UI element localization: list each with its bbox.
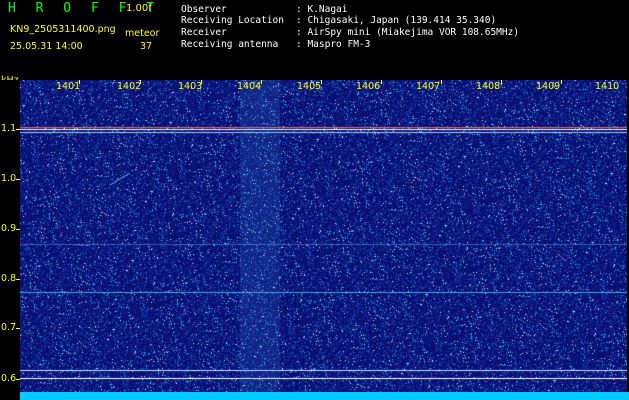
timestamp: 25.05.31 14:00 <box>10 41 83 52</box>
y-tick <box>16 328 20 329</box>
meteor-count: 37 <box>140 41 153 52</box>
y-tick-label: 0.9 <box>1 223 17 234</box>
x-tick-label: 1401 <box>56 81 81 92</box>
x-tick <box>201 80 202 84</box>
receiver-key: Receiver <box>181 27 227 38</box>
x-tick-label: 1404 <box>237 81 262 92</box>
x-tick-label: 1406 <box>356 81 381 92</box>
observer-value: : K.Nagai <box>296 4 348 15</box>
antenna-key: Receiving antenna <box>181 39 279 50</box>
receiver-value: : AirSpy mini (Miakejima VOR 108.65MHz) <box>296 27 520 38</box>
signal-level-bar <box>20 392 629 400</box>
waterfall-canvas <box>20 80 627 392</box>
y-tick-label: 1.1 <box>1 123 17 134</box>
y-tick <box>16 279 20 280</box>
location-key: Receiving Location <box>181 15 284 26</box>
x-tick <box>321 80 322 84</box>
y-tick-label: 0.6 <box>1 373 17 384</box>
x-tick <box>261 80 262 84</box>
x-tick <box>561 80 562 84</box>
x-tick <box>79 80 80 84</box>
x-tick <box>381 80 382 84</box>
header: H R O F F T 1.00f KN9_2505311400.png 25.… <box>0 0 629 74</box>
y-tick-label: 0.7 <box>1 322 17 333</box>
version-label: 1.00f <box>126 3 152 14</box>
x-tick-label: 1402 <box>117 81 142 92</box>
y-tick <box>16 229 20 230</box>
x-tick-label: 1408 <box>476 81 501 92</box>
y-axis: 1.1 1.0 0.9 0.8 0.7 0.6 <box>0 80 20 400</box>
x-tick-label: 1410 <box>595 81 620 92</box>
meteor-label: meteor <box>125 28 160 39</box>
x-tick-label: 1405 <box>297 81 322 92</box>
file-name: KN9_2505311400.png <box>10 24 116 35</box>
x-tick-label: 1403 <box>178 81 203 92</box>
y-tick-label: 1.0 <box>1 173 17 184</box>
y-tick <box>16 179 20 180</box>
y-tick <box>16 379 20 380</box>
x-tick <box>441 80 442 84</box>
y-tick-label: 0.8 <box>1 273 17 284</box>
x-tick-label: 1409 <box>536 81 561 92</box>
x-tick-label: 1407 <box>416 81 441 92</box>
antenna-value: : Maspro FM-3 <box>296 39 371 50</box>
spectrogram-plot <box>20 80 627 392</box>
x-tick <box>140 80 141 84</box>
observer-key: Observer <box>181 4 227 15</box>
y-tick <box>16 129 20 130</box>
location-value: : Chigasaki, Japan (139.414 35.340) <box>296 15 497 26</box>
x-tick <box>501 80 502 84</box>
